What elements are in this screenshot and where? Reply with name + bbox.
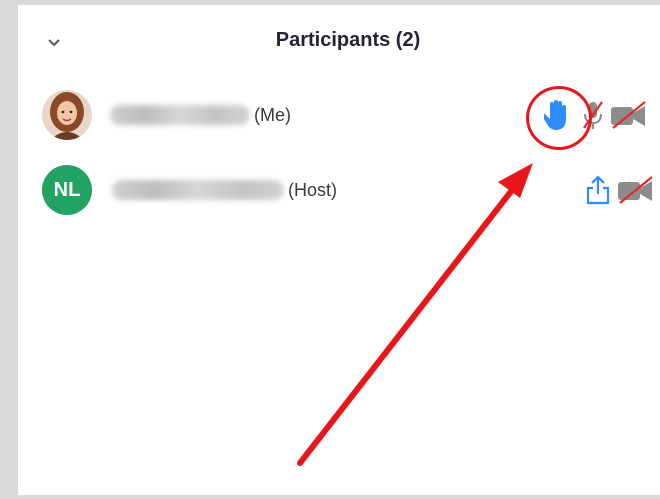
avatar-initials: NL <box>42 165 92 215</box>
role-suffix: (Host) <box>288 179 337 200</box>
avatar-photo <box>42 90 92 140</box>
participant-name: (Me) <box>110 103 291 127</box>
participant-row-host[interactable]: NL (Host) <box>18 152 660 232</box>
panel-title: Participants (2) <box>275 29 421 51</box>
participant-row-me[interactable]: (Me) <box>18 77 660 157</box>
participants-panel: Participants (2) (Me) NL (Host) <box>18 5 660 495</box>
video-off-icon <box>608 100 648 130</box>
video-off-icon <box>615 175 655 205</box>
status-icons <box>581 168 655 212</box>
participants-header: Participants (2) <box>18 5 660 77</box>
blurred-name <box>110 105 250 125</box>
status-icons <box>538 93 648 137</box>
blurred-name <box>112 180 284 200</box>
raised-hand-icon[interactable] <box>538 98 578 132</box>
microphone-muted-icon <box>578 98 608 132</box>
participant-name: (Host) <box>112 178 337 202</box>
share-screen-icon[interactable] <box>581 174 615 206</box>
role-suffix: (Me) <box>254 104 291 125</box>
